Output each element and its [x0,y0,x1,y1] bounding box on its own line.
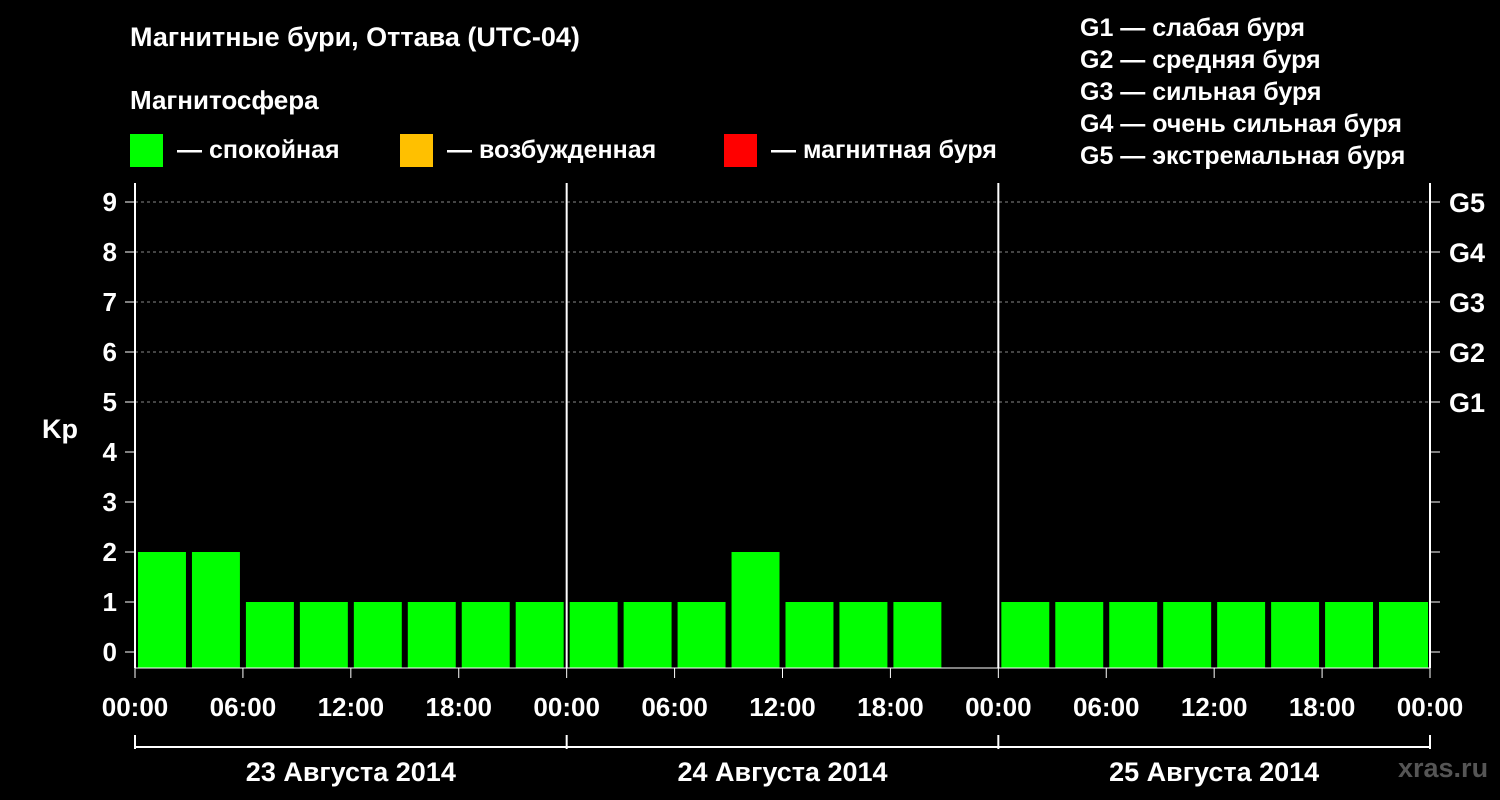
kp-bar [839,602,888,668]
y-tick-label: 2 [103,537,117,567]
kp-bar [245,602,294,668]
kp-bar [1109,602,1158,668]
g-axis-label: G5 [1449,188,1485,218]
g-axis-label: G3 [1449,288,1485,318]
kp-bar [353,602,402,668]
kp-bar [677,602,726,668]
kp-bar [191,552,240,668]
kp-bar [1163,602,1212,668]
kp-bar [1217,602,1266,668]
day-label: 25 Августа 2014 [1109,757,1319,787]
y-tick-label: 0 [103,637,117,667]
kp-bar [1271,602,1320,668]
y-tick-label: 3 [103,487,117,517]
kp-bar-partial [1416,602,1428,668]
x-tick-label: 18:00 [1289,692,1356,722]
g-axis-label: G2 [1449,338,1485,368]
kp-bar [407,602,456,668]
x-tick-label: 00:00 [533,692,600,722]
x-tick-label: 18:00 [857,692,924,722]
x-tick-label: 12:00 [749,692,816,722]
x-tick-label: 12:00 [1181,692,1248,722]
day-label: 24 Августа 2014 [677,757,887,787]
x-tick-label: 18:00 [426,692,493,722]
kp-bar [299,602,348,668]
g-axis-label: G4 [1449,238,1485,268]
kp-bar-chart: 0 1 2 3 4 5 6 7 8 9 Kp G1 G2 G3 G4 G5 00:00 06:00 12:00 18:… [42,183,1485,787]
kp-bar [731,552,780,668]
kp-bar [515,602,564,668]
x-tick-label: 00:00 [102,692,169,722]
x-tick-label: 00:00 [965,692,1032,722]
y-tick-label: 7 [103,287,117,317]
kp-bar [138,552,186,668]
kp-bar [569,602,618,668]
kp-bar [1325,602,1374,668]
x-tick-label: 06:00 [641,692,708,722]
x-tick-label: 06:00 [1073,692,1140,722]
g-axis-label: G1 [1449,388,1485,418]
x-tick-label: 12:00 [318,692,385,722]
y-tick-label: 1 [103,587,117,617]
kp-bar [785,602,834,668]
y-tick-label: 8 [103,237,117,267]
watermark: xras.ru [1398,753,1489,783]
x-tick-label: 06:00 [210,692,277,722]
y-tick-label: 5 [103,387,117,417]
y-tick-label: 4 [103,437,118,467]
kp-bar [893,602,942,668]
kp-bar [623,602,672,668]
y-tick-label: 6 [103,337,117,367]
kp-bar [461,602,510,668]
y-axis-label: Kp [42,414,78,444]
kp-bar [1055,602,1104,668]
x-tick-label: 00:00 [1397,692,1464,722]
kp-bar [1001,602,1050,668]
day-label: 23 Августа 2014 [246,757,456,787]
y-tick-label: 9 [103,187,117,217]
